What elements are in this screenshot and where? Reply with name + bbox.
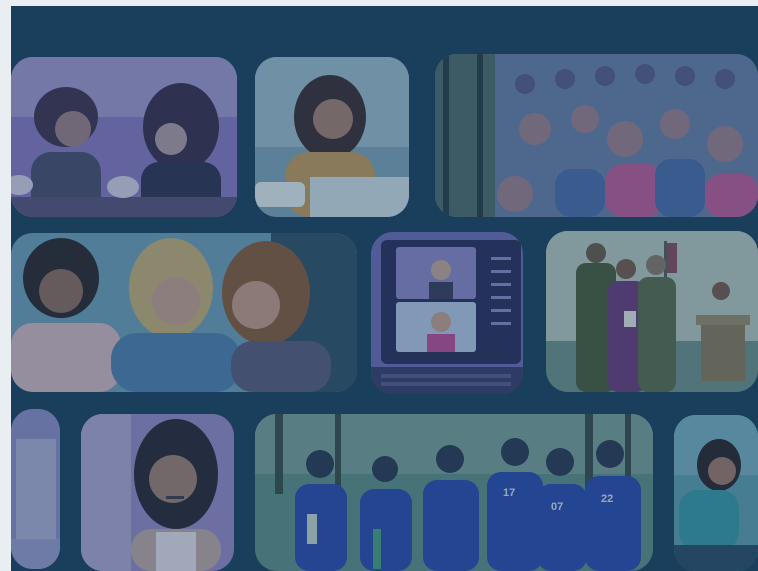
svg-text:22: 22 — [601, 493, 613, 505]
photo-three-women-laughing — [11, 233, 357, 392]
svg-text:07: 07 — [551, 501, 563, 513]
photo-military-ceremony — [546, 231, 758, 392]
photo-partial-left — [11, 409, 60, 569]
photo-woman-sitting — [674, 415, 758, 571]
photo-collage: 17 07 22 — [11, 6, 758, 571]
photo-two-women-coffee — [11, 57, 237, 217]
photo-group-women-selfie — [435, 54, 758, 217]
photo-video-call-laptop — [371, 232, 523, 394]
photo-woman-laptop — [255, 57, 409, 217]
svg-text:17: 17 — [503, 487, 515, 499]
photo-woman-headset — [81, 414, 234, 571]
photo-team-uniforms: 17 07 22 — [255, 414, 653, 571]
